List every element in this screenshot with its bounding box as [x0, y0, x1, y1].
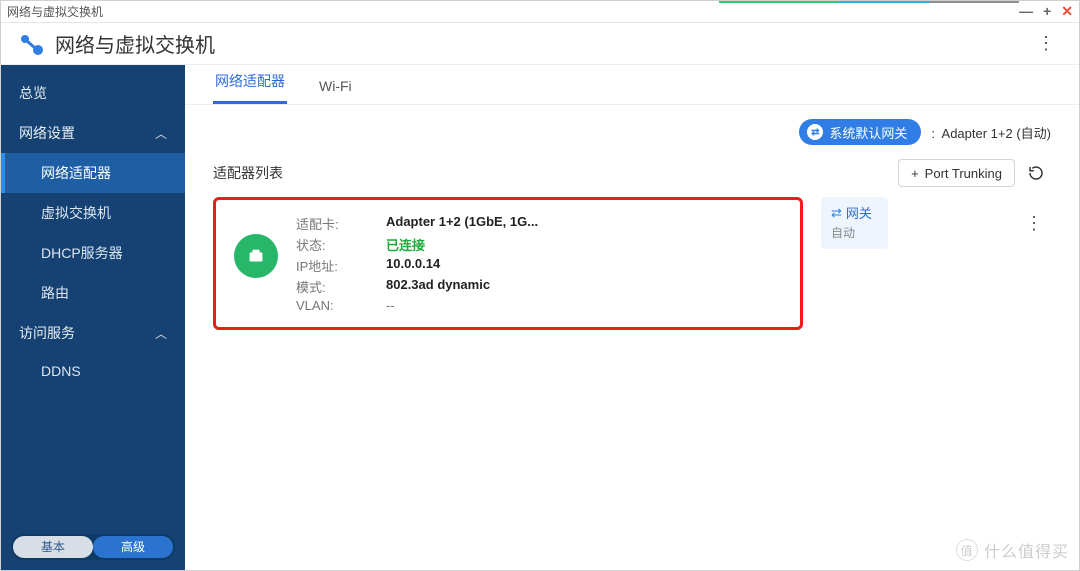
mode-toggle[interactable]: 基本 高级 — [11, 534, 175, 560]
refresh-icon — [1027, 164, 1045, 182]
sidebar-item-route[interactable]: 路由 — [1, 273, 185, 313]
adapter-side-info: ⇄网关 自动 ⋮ — [821, 197, 1051, 249]
field-label-adapter: 适配卡: — [296, 214, 386, 233]
sidebar-label-overview: 总览 — [19, 83, 47, 103]
window-minimize-icon[interactable]: — — [1019, 3, 1033, 20]
sidebar-group-network-label: 网络设置 — [19, 123, 75, 143]
adapter-fields: 适配卡: Adapter 1+2 (1GbE, 1G... 状态: 已连接 IP… — [296, 214, 538, 313]
gateway-tag-icon: ⇄ — [831, 205, 842, 221]
field-label-vlan: VLAN: — [296, 298, 386, 313]
adapter-status-icon — [234, 234, 278, 278]
app-header: 网络与虚拟交换机 ⋮ — [1, 23, 1079, 65]
field-value-vlan: -- — [386, 298, 538, 313]
refresh-button[interactable] — [1021, 159, 1051, 187]
app-logo-icon — [17, 30, 45, 58]
tabs: 网络适配器 Wi-Fi — [185, 65, 1079, 105]
field-label-mode: 模式: — [296, 277, 386, 296]
window-title: 网络与虚拟交换机 — [7, 3, 103, 20]
plus-icon: + — [911, 166, 919, 181]
field-value-mode: 802.3ad dynamic — [386, 277, 538, 296]
window-maximize-icon[interactable]: + — [1043, 3, 1051, 20]
mode-basic[interactable]: 基本 — [13, 536, 93, 558]
adapter-card-highlight: 适配卡: Adapter 1+2 (1GbE, 1G... 状态: 已连接 IP… — [213, 197, 803, 330]
sidebar-item-label: DHCP服务器 — [41, 243, 123, 263]
sidebar-item-adapter[interactable]: 网络适配器 — [1, 153, 185, 193]
adapter-card[interactable]: 适配卡: Adapter 1+2 (1GbE, 1G... 状态: 已连接 IP… — [220, 204, 796, 323]
tab-wifi[interactable]: Wi-Fi — [317, 78, 354, 104]
main-panel: 网络适配器 Wi-Fi ⇄ 系统默认网关 : Adapter 1+2 (自动) … — [185, 65, 1079, 570]
mode-advanced[interactable]: 高级 — [93, 536, 173, 558]
port-trunking-button[interactable]: + Port Trunking — [898, 159, 1015, 187]
row-more-icon[interactable]: ⋮ — [1017, 209, 1051, 238]
titlebar-accent — [719, 1, 1019, 3]
field-value-adapter: Adapter 1+2 (1GbE, 1G... — [386, 214, 538, 233]
field-label-status: 状态: — [296, 235, 386, 254]
window-close-icon[interactable]: ✕ — [1061, 3, 1073, 20]
sidebar-item-overview[interactable]: 总览 — [1, 73, 185, 113]
sidebar-item-label: 路由 — [41, 283, 69, 303]
sidebar-item-label: 网络适配器 — [41, 163, 111, 183]
gateway-tag[interactable]: ⇄网关 自动 — [821, 197, 888, 249]
chevron-up-icon: ︿ — [155, 125, 167, 142]
sidebar-group-access-label: 访问服务 — [19, 323, 75, 343]
field-value-ip: 10.0.0.14 — [386, 256, 538, 275]
gateway-icon: ⇄ — [807, 124, 823, 140]
list-title: 适配器列表 — [213, 163, 283, 183]
window-titlebar: 网络与虚拟交换机 — + ✕ — [1, 1, 1079, 23]
sidebar-group-access[interactable]: 访问服务 ︿ — [1, 313, 185, 353]
field-label-ip: IP地址: — [296, 256, 386, 275]
list-header: 适配器列表 + Port Trunking — [185, 153, 1079, 197]
tab-adapter[interactable]: 网络适配器 — [213, 71, 287, 104]
sidebar: 总览 网络设置 ︿ 网络适配器 虚拟交换机 DHCP服务器 路由 访问服务 ︿ … — [1, 65, 185, 570]
sidebar-item-dhcp[interactable]: DHCP服务器 — [1, 233, 185, 273]
app-title: 网络与虚拟交换机 — [55, 29, 215, 58]
header-more-icon[interactable]: ⋮ — [1029, 29, 1063, 58]
gateway-tag-sub: 自动 — [831, 224, 872, 241]
gateway-value-label: : Adapter 1+2 (自动) — [931, 123, 1051, 142]
sidebar-item-ddns[interactable]: DDNS — [1, 353, 185, 389]
sidebar-item-label: DDNS — [41, 363, 81, 379]
toolbar: ⇄ 系统默认网关 : Adapter 1+2 (自动) — [185, 105, 1079, 153]
sidebar-item-label: 虚拟交换机 — [41, 203, 111, 223]
sidebar-item-vswitch[interactable]: 虚拟交换机 — [1, 193, 185, 233]
system-default-gateway-button[interactable]: ⇄ 系统默认网关 — [799, 119, 921, 145]
sidebar-group-network[interactable]: 网络设置 ︿ — [1, 113, 185, 153]
field-value-status: 已连接 — [386, 235, 538, 254]
chevron-up-icon: ︿ — [155, 325, 167, 342]
